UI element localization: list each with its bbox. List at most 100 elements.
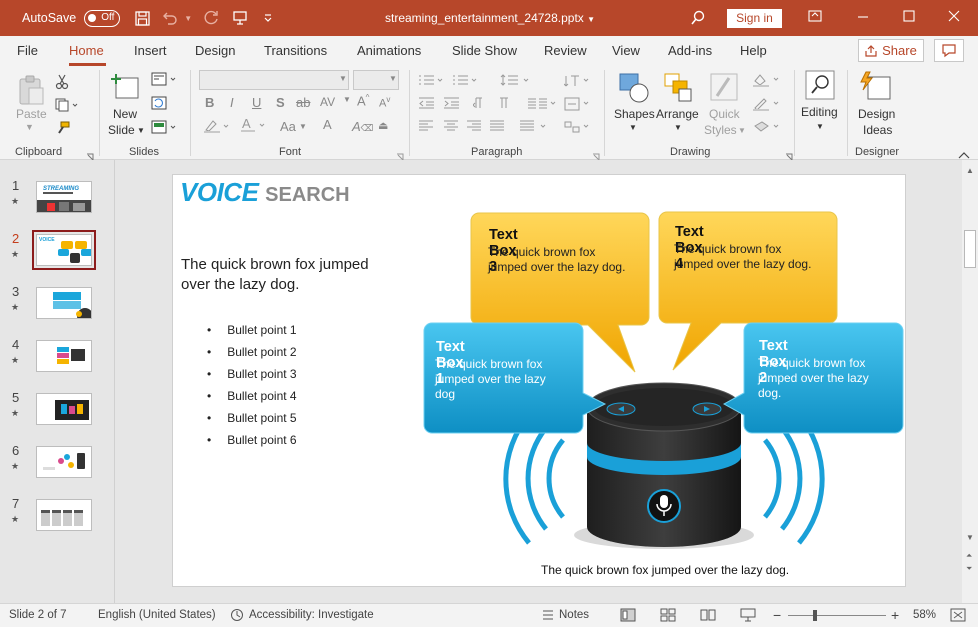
grow-font-icon[interactable]: A [323,117,332,132]
decrease-font-icon[interactable]: Av [379,95,390,110]
strikethrough-icon[interactable]: ab [296,95,310,110]
align-text-icon[interactable] [564,97,592,114]
speaker-caption[interactable]: The quick brown fox jumped over the lazy… [541,563,789,577]
slide-thumbnail-6[interactable] [36,446,92,478]
spacing-dropdown-icon[interactable]: ▼ [343,95,351,104]
bullets-icon[interactable] [418,74,446,89]
notes-button[interactable]: Notes [559,609,589,621]
align-left-icon[interactable] [418,120,434,135]
tab-view[interactable]: View [612,43,640,58]
align-center-icon[interactable] [443,120,459,135]
zoom-out-icon[interactable]: − [773,607,781,623]
layout-icon[interactable] [151,72,179,89]
new-slide-dropdown-icon[interactable]: ▼ [137,126,145,135]
tab-insert[interactable]: Insert [134,43,167,58]
customize-qat-icon[interactable] [260,10,276,26]
columns-icon[interactable] [527,97,557,112]
font-size-dropdown-icon[interactable]: ▼ [389,74,397,83]
slide-thumbnail-5[interactable] [36,393,92,425]
title-dropdown-icon[interactable]: ▼ [587,15,595,24]
language-status[interactable]: English (United States) [98,609,216,621]
sign-in-button[interactable]: Sign in [727,9,782,28]
share-button[interactable]: Share [858,39,924,62]
accessibility-status[interactable]: Accessibility: Investigate [249,609,374,621]
tab-add-ins[interactable]: Add-ins [668,43,712,58]
reading-view-icon[interactable] [700,608,716,625]
normal-view-icon[interactable] [620,608,636,625]
slide-thumbnail-3[interactable] [36,287,92,319]
scroll-down-icon[interactable]: ▼ [966,533,974,542]
vertical-scrollbar[interactable]: ▲ ▼ ⏶ ⏷ [962,160,978,603]
slide-show-icon[interactable] [740,608,756,625]
redo-icon[interactable] [204,10,220,26]
accessibility-icon[interactable] [230,608,244,625]
zoom-in-icon[interactable]: + [891,607,899,623]
clear-formatting-icon[interactable]: A⌫ [352,119,373,134]
bold-icon[interactable]: B [205,95,214,110]
tab-transitions[interactable]: Transitions [264,43,327,58]
increase-indent-icon[interactable] [443,97,461,112]
slide-thumbnail-7[interactable] [36,499,92,531]
shape-outline-icon[interactable] [752,96,782,115]
paste-dropdown-icon[interactable]: ▼ [25,122,34,132]
change-case-icon[interactable]: Aa [280,119,296,134]
save-icon[interactable] [134,10,150,26]
quick-styles-dropdown-icon[interactable]: ▼ [738,126,746,135]
tab-home[interactable]: Home [69,43,104,58]
undo-dropdown-icon[interactable]: ▼ [180,10,196,26]
reset-icon[interactable] [151,96,167,113]
tab-review[interactable]: Review [544,43,587,58]
zoom-level[interactable]: 58% [913,609,936,621]
highlight-color-icon[interactable] [203,119,233,136]
arrange-icon[interactable] [663,72,695,107]
shape-effects-icon[interactable] [752,120,782,137]
editing-dropdown-icon[interactable]: ▼ [816,122,824,131]
smartart-icon[interactable] [564,120,592,137]
slide-thumbnail-1[interactable]: STREAMING [36,181,92,213]
shapes-icon[interactable] [618,72,650,107]
shapes-dropdown-icon[interactable]: ▼ [629,123,637,132]
distributed-icon[interactable] [519,120,549,135]
tab-slide-show[interactable]: Slide Show [452,43,517,58]
present-icon[interactable] [232,10,248,26]
tab-help[interactable]: Help [740,43,767,58]
next-slide-icon[interactable]: ⏷ [966,564,972,574]
ribbon-display-icon[interactable] [808,9,824,25]
new-slide-icon[interactable] [110,72,140,103]
character-spacing-icon[interactable]: AV [320,95,335,109]
shape-fill-icon[interactable] [752,72,782,91]
slide-canvas[interactable]: VOICE SEARCH The quick brown fox jumped … [172,174,906,587]
justify-icon[interactable] [489,120,505,135]
search-icon[interactable] [690,10,706,29]
font-more-icon[interactable]: ⏏ [378,119,388,132]
notes-icon[interactable] [541,608,555,625]
quick-styles-icon[interactable] [709,72,741,107]
arrange-dropdown-icon[interactable]: ▼ [674,123,682,132]
underline-icon[interactable]: U [252,95,261,110]
comments-button[interactable] [934,39,964,62]
increase-font-icon[interactable]: A^ [357,93,369,108]
undo-icon[interactable] [162,10,178,26]
font-family-dropdown-icon[interactable]: ▼ [339,74,347,83]
tab-file[interactable]: File [17,43,38,58]
close-icon[interactable] [948,9,964,25]
text-direction-icon[interactable] [563,74,592,91]
tab-design[interactable]: Design [195,43,235,58]
numbering-icon[interactable] [452,74,480,89]
zoom-slider-handle[interactable] [813,610,817,621]
font-family-select[interactable] [199,70,349,90]
section-icon[interactable] [151,120,179,137]
tab-animations[interactable]: Animations [357,43,421,58]
format-painter-icon[interactable] [55,121,71,138]
font-color-icon[interactable]: A [240,116,270,136]
italic-icon[interactable]: I [230,95,234,110]
previous-slide-icon[interactable]: ⏶ [966,551,972,561]
slide-thumbnail-2[interactable]: VOICE [32,230,96,270]
minimize-icon[interactable] [857,9,873,25]
scrollbar-thumb[interactable] [964,230,976,268]
scroll-up-icon[interactable]: ▲ [966,166,974,175]
autosave-toggle[interactable]: Off [84,9,121,27]
editing-search-icon[interactable] [805,70,835,103]
copy-icon[interactable] [55,98,79,115]
line-spacing-icon[interactable] [500,74,532,89]
